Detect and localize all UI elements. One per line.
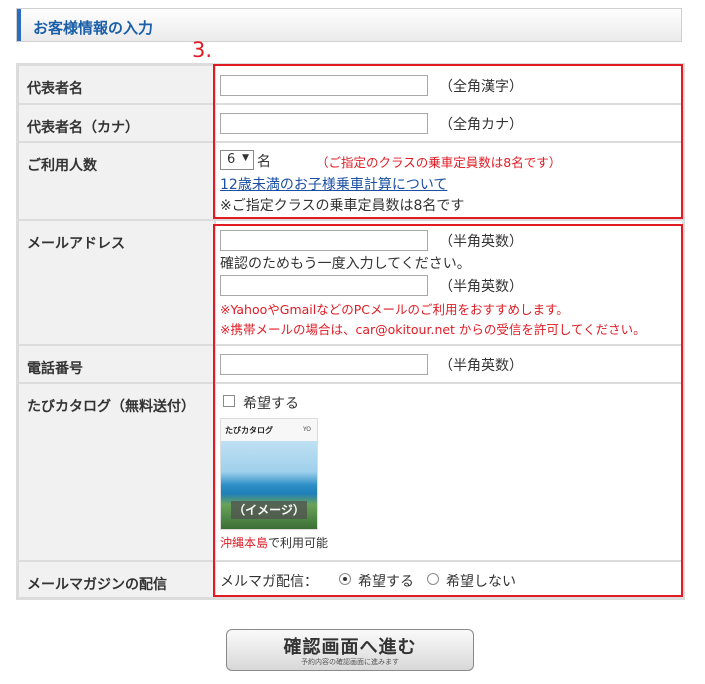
party-size-select[interactable]: 6 ▼ (220, 150, 254, 170)
email-note: （半角英数） (439, 234, 523, 250)
newsletter-option-no[interactable]: 希望しない (446, 571, 516, 591)
phone-label: 電話番号 (27, 361, 83, 377)
value-cell: （全角カナ） (216, 105, 682, 141)
value-cell: 希望する たびカタログ YO （イメージ） 沖縄本島で利用可能 (216, 384, 682, 560)
rep-name-note: （全角漢字） (439, 79, 523, 95)
value-cell: メルマガ配信： 希望する 希望しない (216, 562, 682, 597)
label-cell: ご利用人数 (19, 143, 214, 219)
catalog-region: 沖縄本島 (220, 536, 269, 550)
catalog-image-badge: （イメージ） (231, 501, 307, 519)
email-label: メールアドレス (27, 236, 125, 252)
row-catalog: たびカタログ（無料送付） 希望する たびカタログ YO （イメージ） 沖縄本島で… (19, 384, 682, 560)
capacity-footer-note: ※ご指定クラスの乗車定員数は8名です (220, 198, 465, 214)
party-size-unit: 名 (257, 154, 271, 170)
newsletter-label: メールマガジンの配信 (27, 577, 167, 593)
row-newsletter: メールマガジンの配信 メルマガ配信： 希望する 希望しない (19, 562, 682, 597)
catalog-checkbox[interactable] (223, 395, 235, 407)
catalog-image-title: たびカタログ (225, 425, 273, 435)
catalog-availability-suffix: で利用可能 (268, 536, 329, 550)
catalog-image: たびカタログ YO （イメージ） (220, 418, 318, 530)
value-cell: 6 ▼ 名 （ご指定のクラスの乗車定員数は8名です） 12歳未満のお子様乗車計算… (216, 143, 682, 219)
label-cell: メールマガジンの配信 (19, 562, 214, 597)
rep-name-input[interactable] (220, 75, 428, 96)
party-size-label: ご利用人数 (27, 158, 97, 174)
row-email: メールアドレス （半角英数） 確認のためもう一度入力してください。 （半角英数）… (19, 221, 682, 344)
value-cell: （半角英数） (216, 346, 682, 382)
newsletter-option-yes[interactable]: 希望する (358, 571, 414, 591)
rep-kana-input[interactable] (220, 113, 428, 134)
label-cell: 電話番号 (19, 346, 214, 382)
newsletter-prompt: メルマガ配信： (220, 574, 318, 590)
row-rep-kana: 代表者名（カナ） （全角カナ） (19, 105, 682, 141)
section-title: お客様情報の入力 (33, 19, 154, 37)
party-size-value: 6 (227, 152, 236, 167)
email-confirm-prompt: 確認のためもう一度入力してください。 (220, 256, 471, 272)
label-cell: メールアドレス (19, 221, 214, 344)
dropdown-arrow-icon: ▼ (242, 153, 249, 163)
confirm-button[interactable]: 確認画面へ進む 予約内容の確認画面に進みます (226, 629, 474, 671)
catalog-image-vol: YO (302, 426, 311, 433)
confirm-button-sublabel: 予約内容の確認画面に進みます (301, 658, 399, 666)
newsletter-radio-yes[interactable] (339, 573, 351, 585)
row-party-size: ご利用人数 6 ▼ 名 （ご指定のクラスの乗車定員数は8名です） 12歳未満のお… (19, 143, 682, 219)
email-warning-mobile: ※携帯メールの場合は、car@okitour.net からの受信を許可してくださ… (220, 322, 646, 337)
label-cell: たびカタログ（無料送付） (19, 384, 214, 560)
rep-kana-note: （全角カナ） (439, 117, 523, 133)
email-confirm-note: （半角英数） (439, 279, 523, 295)
value-cell: （半角英数） 確認のためもう一度入力してください。 （半角英数） ※Yahooや… (216, 221, 682, 344)
row-rep-name: 代表者名 （全角漢字） (19, 66, 682, 103)
section-accent-bar (17, 9, 21, 41)
email-input[interactable] (220, 230, 428, 251)
email-confirm-input[interactable] (220, 275, 428, 296)
rep-kana-label: 代表者名（カナ） (27, 120, 139, 136)
confirm-button-label: 確認画面へ進む (283, 637, 417, 658)
value-cell: （全角漢字） (216, 66, 682, 103)
child-calc-link[interactable]: 12歳未満のお子様乗車計算について (220, 174, 447, 194)
catalog-checkbox-label[interactable]: 希望する (243, 393, 299, 413)
row-phone: 電話番号 （半角英数） (19, 346, 682, 382)
annotation-3: 3. (192, 38, 213, 62)
phone-note: （半角英数） (439, 358, 523, 374)
phone-input[interactable] (220, 354, 428, 375)
label-cell: 代表者名 (19, 66, 214, 103)
section-header: お客様情報の入力 (16, 8, 682, 42)
catalog-availability: 沖縄本島で利用可能 (220, 534, 328, 551)
customer-form: 代表者名 （全角漢字） 代表者名（カナ） （全角カナ） ご利用人数 6 ▼ 名 … (16, 63, 685, 600)
catalog-label: たびカタログ（無料送付） (27, 399, 195, 415)
rep-name-label: 代表者名 (27, 81, 83, 97)
capacity-note: （ご指定のクラスの乗車定員数は8名です） (316, 155, 562, 170)
newsletter-radio-no[interactable] (427, 573, 439, 585)
email-warning-pc: ※YahooやGmailなどのPCメールのご利用をおすすめします。 (220, 302, 569, 317)
label-cell: 代表者名（カナ） (19, 105, 214, 141)
